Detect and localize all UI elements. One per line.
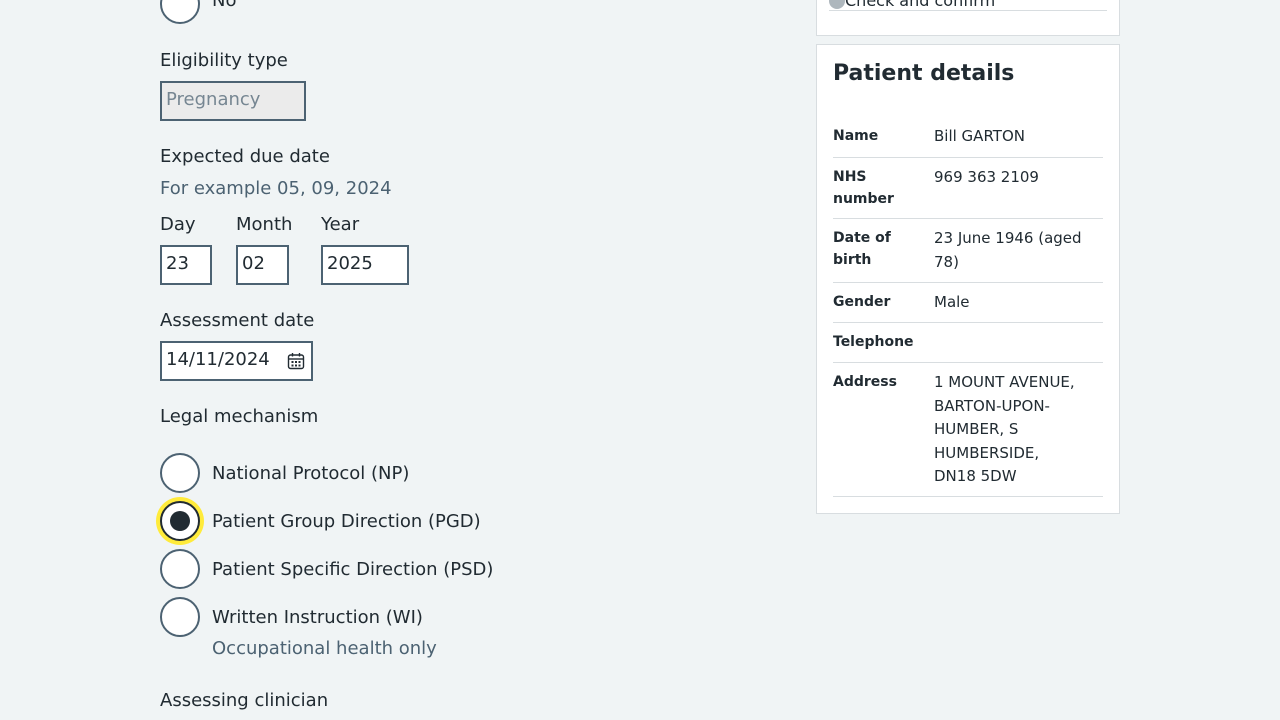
radio-no[interactable]: No	[160, 0, 236, 24]
radio-pgd-circle[interactable]	[160, 501, 200, 541]
patient-row-address: Address 1 MOUNT AVENUE, BARTON-UPON-HUMB…	[833, 371, 1103, 497]
radio-national-protocol[interactable]: National Protocol (NP)	[160, 453, 409, 493]
patient-key-address: Address	[833, 374, 897, 390]
patient-details-title: Patient details	[833, 61, 1015, 86]
eligibility-label: Eligibility type	[160, 50, 288, 71]
patient-value-gender: Male	[934, 293, 970, 311]
patient-value-name: Bill GARTON	[934, 127, 1025, 145]
patient-row-dob: Date of birth 23 June 1946 (aged 78)	[833, 227, 1103, 283]
day-label: Day	[160, 214, 196, 235]
patient-row-nhs-number: NHS number 969 363 2109	[833, 166, 1103, 219]
task-check-and-confirm[interactable]: Check and confirm	[845, 0, 995, 10]
assessment-date-value: 14/11/2024	[166, 349, 270, 370]
legal-mechanism-label: Legal mechanism	[160, 406, 319, 427]
patient-row-gender: Gender Male	[833, 291, 1103, 323]
radio-np-label: National Protocol (NP)	[212, 462, 410, 484]
year-input[interactable]: 2025	[321, 245, 409, 285]
day-input[interactable]: 23	[160, 245, 212, 285]
radio-np-circle[interactable]	[160, 453, 200, 493]
radio-no-circle[interactable]	[160, 0, 200, 24]
radio-written-instruction[interactable]: Written Instruction (WI)	[160, 597, 423, 637]
month-input[interactable]: 02	[236, 245, 289, 285]
eligibility-input: Pregnancy	[160, 81, 306, 121]
patient-key-gender: Gender	[833, 294, 891, 310]
assessing-clinician-label: Assessing clinician	[160, 690, 329, 711]
patient-key-name: Name	[833, 128, 879, 144]
radio-wi-circle[interactable]	[160, 597, 200, 637]
radio-psd-label: Patient Specific Direction (PSD)	[212, 558, 494, 580]
patient-key-nhs-number: NHS number	[833, 169, 894, 207]
assessment-date-input[interactable]: 14/11/2024	[160, 341, 313, 381]
month-label: Month	[236, 214, 293, 235]
patient-key-dob: Date of birth	[833, 230, 891, 268]
due-date-label: Expected due date	[160, 146, 330, 167]
radio-patient-group-direction[interactable]: Patient Group Direction (PGD)	[160, 501, 481, 541]
radio-no-label: No	[212, 0, 237, 11]
patient-value-address: 1 MOUNT AVENUE, BARTON-UPON-HUMBER, S HU…	[934, 373, 1075, 485]
radio-pgd-label: Patient Group Direction (PGD)	[212, 510, 481, 532]
patient-row-telephone: Telephone	[833, 331, 1103, 363]
due-date-hint: For example 05, 09, 2024	[160, 178, 392, 199]
radio-wi-label: Written Instruction (WI)	[212, 606, 423, 628]
assessment-date-label: Assessment date	[160, 310, 315, 331]
task-list-panel: Check and confirm	[816, 0, 1120, 36]
patient-key-telephone: Telephone	[833, 334, 914, 350]
radio-psd-circle[interactable]	[160, 549, 200, 589]
calendar-icon[interactable]	[287, 352, 305, 370]
status-dot-icon	[829, 0, 845, 9]
patient-details-card: Patient details Name Bill GARTON NHS num…	[816, 44, 1120, 514]
year-label: Year	[321, 214, 360, 235]
patient-row-name: Name Bill GARTON	[833, 125, 1103, 158]
patient-value-nhs-number: 969 363 2109	[934, 168, 1039, 186]
divider	[829, 10, 1107, 11]
radio-wi-hint: Occupational health only	[212, 638, 437, 659]
patient-value-dob: 23 June 1946 (aged 78)	[934, 229, 1082, 271]
radio-patient-specific-direction[interactable]: Patient Specific Direction (PSD)	[160, 549, 493, 589]
